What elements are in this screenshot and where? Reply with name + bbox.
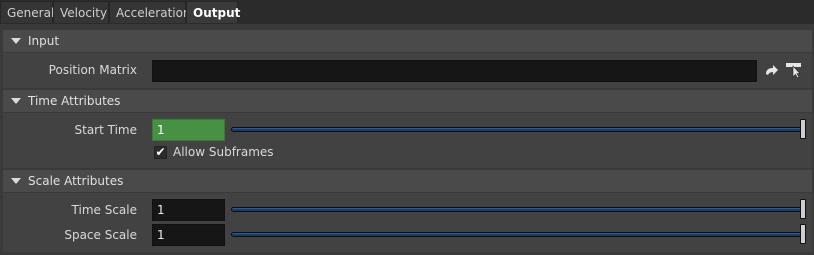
section-title: Time Attributes bbox=[28, 94, 121, 108]
start-time-slider[interactable] bbox=[231, 127, 805, 132]
space-scale-label: Space Scale bbox=[64, 228, 137, 242]
start-time-field[interactable]: 1 bbox=[152, 119, 225, 141]
collapse-triangle-icon[interactable] bbox=[11, 178, 21, 184]
tab-acceleration[interactable]: Acceleration bbox=[109, 1, 191, 23]
position-matrix-label: Position Matrix bbox=[48, 63, 137, 77]
section-title: Input bbox=[28, 34, 60, 48]
tab-label: Velocity bbox=[60, 6, 108, 20]
section-header-scale-attributes[interactable]: Scale Attributes bbox=[3, 170, 812, 192]
collapse-triangle-icon[interactable] bbox=[11, 98, 21, 104]
time-scale-slider[interactable] bbox=[231, 207, 805, 212]
select-from-viewport-icon[interactable] bbox=[785, 60, 803, 78]
tab-velocity[interactable]: Velocity bbox=[53, 1, 109, 23]
tab-general[interactable]: General bbox=[0, 1, 55, 23]
section-title: Scale Attributes bbox=[28, 174, 124, 188]
time-scale-label: Time Scale bbox=[71, 203, 137, 217]
space-scale-slider-handle[interactable] bbox=[800, 224, 806, 244]
position-matrix-field[interactable] bbox=[152, 60, 757, 82]
space-scale-slider[interactable] bbox=[231, 232, 805, 237]
start-time-slider-handle[interactable] bbox=[800, 119, 806, 139]
allow-subframes-checkbox[interactable]: ✔ bbox=[154, 146, 167, 159]
jump-to-operator-icon[interactable] bbox=[763, 62, 781, 80]
tab-label: Acceleration bbox=[116, 6, 191, 20]
collapse-triangle-icon[interactable] bbox=[11, 38, 21, 44]
allow-subframes-label: Allow Subframes bbox=[173, 145, 274, 159]
section-body-input: Position Matrix bbox=[3, 53, 812, 88]
start-time-label: Start Time bbox=[74, 123, 138, 137]
section-body-time-attributes: Start Time 1 ✔ Allow Subframes bbox=[3, 113, 812, 168]
space-scale-field[interactable]: 1 bbox=[152, 224, 225, 246]
time-scale-slider-handle[interactable] bbox=[800, 199, 806, 219]
tab-label: Output bbox=[193, 6, 241, 20]
time-scale-field[interactable]: 1 bbox=[152, 199, 225, 221]
section-body-scale-attributes: Time Scale 1 Space Scale 1 bbox=[3, 193, 812, 252]
section-header-time-attributes[interactable]: Time Attributes bbox=[3, 90, 812, 112]
tab-output[interactable]: Output bbox=[186, 1, 241, 23]
tab-bar: General Velocity Acceleration Output bbox=[0, 0, 814, 24]
tab-label: General bbox=[7, 6, 55, 20]
section-header-input[interactable]: Input bbox=[3, 30, 812, 52]
